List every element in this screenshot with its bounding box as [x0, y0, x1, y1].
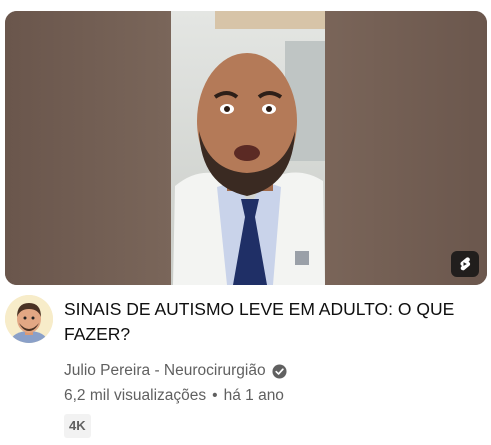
thumbnail-image — [5, 11, 487, 285]
channel-row: Julio Pereira - Neurocirurgião — [64, 362, 287, 380]
channel-avatar[interactable] — [5, 295, 53, 343]
view-count: 6,2 mil visualizações — [64, 387, 207, 404]
meta-separator: • — [212, 387, 218, 404]
avatar-cartoon-icon — [5, 295, 53, 343]
video-metadata: 6,2 mil visualizações • há 1 ano — [64, 387, 284, 405]
channel-name[interactable]: Julio Pereira - Neurocirurgião — [64, 362, 266, 380]
upload-age: há 1 ano — [223, 387, 284, 404]
video-title[interactable]: SINAIS DE AUTISMO LEVE EM ADULTO: O QUE … — [64, 297, 474, 347]
quality-badge: 4K — [64, 414, 91, 438]
shorts-icon — [451, 251, 479, 277]
video-thumbnail[interactable] — [5, 11, 487, 285]
verified-check-icon — [272, 363, 287, 379]
